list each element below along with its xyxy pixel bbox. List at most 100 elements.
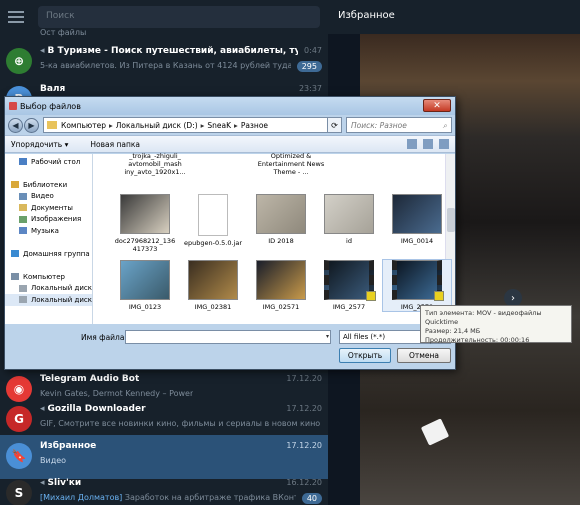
dialog-titlebar: Выбор файлов <box>5 97 455 115</box>
chat-header: ◂ В Туризме - Поиск путешествий, авиабиле… <box>40 46 322 56</box>
megaphone-icon: ◂ <box>40 404 45 414</box>
file-item[interactable]: IMG_0123 <box>111 260 179 311</box>
chat-time: 0:47 <box>304 46 322 55</box>
file-label: IMG_0014 <box>400 237 434 245</box>
refresh-icon[interactable]: ⟳ <box>328 117 342 133</box>
filename-input[interactable]: ▾ <box>125 330 331 344</box>
chat-item[interactable]: S ◂ Sliv'ки 16.12.20 [Михаил Долматов] Зараб… <box>0 472 328 505</box>
cancel-button[interactable]: Отмена <box>397 348 451 363</box>
image-thumbnail <box>256 260 306 300</box>
nav-item <box>5 237 92 249</box>
back-button[interactable]: ◀ <box>8 117 23 133</box>
search-input[interactable]: Поиск <box>38 6 320 28</box>
document-icon <box>198 194 228 236</box>
folder-icon <box>19 215 27 223</box>
nav-item[interactable]: Видео <box>5 191 92 203</box>
file-item[interactable]: doc27968212_136 417373 <box>111 194 179 253</box>
chat-body: ◂ В Туризме - Поиск путешествий, авиабиле… <box>40 44 322 80</box>
image-thumbnail <box>120 194 170 234</box>
forward-button[interactable]: ▶ <box>24 117 39 133</box>
nav-item[interactable]: Компьютер <box>5 271 92 283</box>
folder-icon <box>19 192 27 200</box>
nav-item[interactable]: Локальный диск <box>5 294 92 306</box>
breadcrumb-item[interactable]: Разное <box>241 121 268 130</box>
breadcrumb: Компьютер ▸ Локальный диск (D:) ▸ SneaK ▸ Разн… <box>61 121 271 130</box>
folder-icon <box>19 296 27 304</box>
nav-item[interactable]: Домашняя группа <box>5 248 92 260</box>
nav-item <box>5 168 92 180</box>
chat-preview: Видео <box>40 456 67 465</box>
chat-time: 23:37 <box>298 84 322 93</box>
app-icon <box>9 102 17 110</box>
chat-title: Telegram Audio Bot <box>40 374 140 384</box>
image-thumbnail <box>256 194 306 234</box>
nav-item[interactable]: Изображения <box>5 214 92 226</box>
breadcrumb-item[interactable]: Локальный диск (D:) <box>116 121 198 130</box>
breadcrumb-item[interactable]: SneaK <box>207 121 231 130</box>
address-row: ◀ ▶ Компьютер ▸ Локальный диск (D:) ▸ SneaK ▸… <box>5 115 455 135</box>
chevron-right-icon: ▸ <box>200 120 205 130</box>
nav-item[interactable]: Рабочий стол <box>5 156 92 168</box>
search-icon: ⌕ <box>442 121 447 130</box>
chat-title: Избранное <box>40 441 97 451</box>
file-item[interactable]: id <box>315 194 383 245</box>
avatar: G <box>6 406 32 432</box>
tooltip-line: Продолжительность: 00:00:16 <box>425 336 530 344</box>
dialog-toolbar: Упорядочить ▾ Новая папка <box>5 135 455 153</box>
video-badge-icon <box>366 291 376 301</box>
unread-badge: 40 <box>301 493 322 504</box>
organize-menu[interactable]: Упорядочить ▾ <box>11 140 68 149</box>
folder-search-input[interactable]: Поиск: Разное ⌕ <box>346 117 452 133</box>
nav-item[interactable]: Библиотеки <box>5 179 92 191</box>
view-options-icon[interactable] <box>407 139 417 149</box>
file-label: IMG_2577 <box>332 303 366 311</box>
chat-time: 17.12.20 <box>286 404 322 413</box>
preview-pane-icon[interactable] <box>423 139 433 149</box>
folder-icon <box>19 204 27 212</box>
file-item-partial[interactable]: _trojka_-zhiguli_ avtomobil_mash iny_avt… <box>121 152 189 176</box>
breadcrumb-item[interactable]: Компьютер <box>61 121 106 130</box>
chat-preview: [Михаил Долматов] Заработок на арбитраже… <box>40 493 296 502</box>
file-item[interactable]: IMG_2577 <box>315 260 383 311</box>
image-thumbnail <box>392 194 442 234</box>
avatar: S <box>6 480 32 505</box>
chat-preview: Kevin Gates, Dermot Kennedy – Power <box>40 389 194 398</box>
chat-preview: GIF, Смотрите все новинки кино, фильмы и… <box>40 419 322 428</box>
image-thumbnail <box>120 260 170 300</box>
navigation-pane: Рабочий стол Библиотеки Видео Документы Изоб… <box>5 154 93 324</box>
chevron-right-icon: ▸ <box>108 120 113 130</box>
megaphone-icon: ◂ <box>40 478 45 488</box>
file-item[interactable]: IMG_2578 <box>382 259 452 312</box>
file-item-partial[interactable]: Optimized & Entertainment News Theme - .… <box>257 152 325 176</box>
folder-icon <box>11 273 19 281</box>
nav-item[interactable]: Документы <box>5 202 92 214</box>
chat-body: Избранное 17.12.20 Видео <box>40 439 322 475</box>
file-picker-dialog: Выбор файлов ✕ ◀ ▶ Компьютер ▸ Локальный д… <box>4 96 456 370</box>
nav-item[interactable]: Локальный диск <box>5 283 92 295</box>
open-button[interactable]: Открыть <box>339 348 391 363</box>
new-folder-button[interactable]: Новая папка <box>90 140 140 149</box>
file-label: id <box>346 237 352 245</box>
hamburger-menu-icon[interactable] <box>8 11 24 23</box>
dialog-body: Рабочий стол Библиотеки Видео Документы Изоб… <box>5 152 455 324</box>
video-thumbnail <box>392 260 444 301</box>
folder-icon <box>11 181 19 189</box>
chat-header: ◂ Sliv'ки 16.12.20 <box>40 478 322 488</box>
chat-header: ◂ Gozilla Downloader 17.12.20 <box>40 404 322 414</box>
chat-preview-row: Видео <box>40 456 322 465</box>
file-item[interactable]: IMG_0014 <box>383 194 451 245</box>
file-item[interactable]: ID 2018 <box>247 194 315 245</box>
file-item[interactable]: epubgen-0.5.0.jar <box>179 194 247 247</box>
file-item[interactable]: IMG_02571 <box>247 260 315 311</box>
file-item[interactable]: IMG_02381 <box>179 260 247 311</box>
help-icon[interactable] <box>439 139 449 149</box>
chevron-down-icon[interactable]: ▾ <box>326 333 329 340</box>
tooltip-line: Тип элемента: MOV - видеофайлы Quicktime <box>425 309 542 326</box>
nav-item[interactable]: Музыка <box>5 225 92 237</box>
folder-icon <box>19 158 27 166</box>
chat-title: Валя <box>40 84 66 94</box>
address-bar[interactable]: Компьютер ▸ Локальный диск (D:) ▸ SneaK ▸ Разн… <box>43 117 328 133</box>
close-button[interactable]: ✕ <box>423 99 451 112</box>
chat-title: ◂ Gozilla Downloader <box>40 404 146 414</box>
chat-header: Валя 23:37 <box>40 84 322 94</box>
